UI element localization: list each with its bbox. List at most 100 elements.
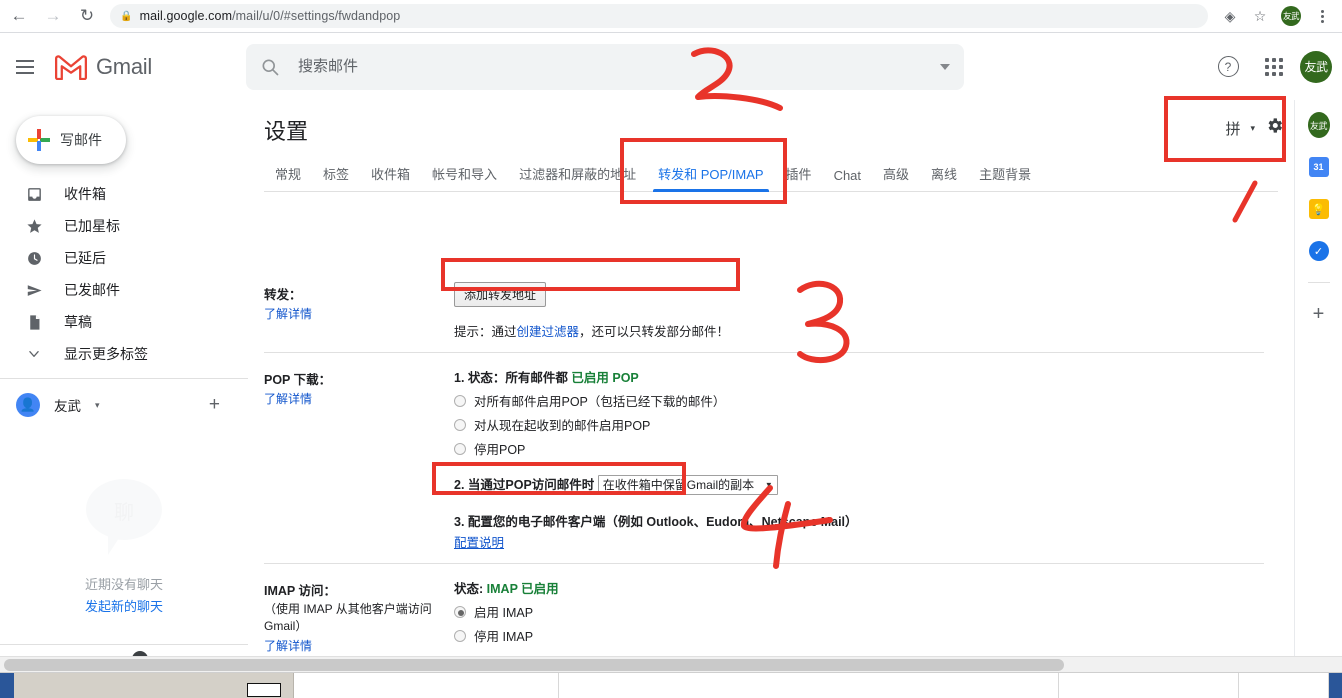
reload-icon[interactable]: ↻ <box>72 1 102 31</box>
inbox-icon <box>24 184 44 204</box>
chat-bubble-icon: 聊 <box>78 475 170 561</box>
tab-labels[interactable]: 标签 <box>312 164 360 191</box>
sidebar-item-starred[interactable]: 已加星标 <box>0 210 248 242</box>
pop-status-prefix: 1. 状态：所有邮件都 <box>454 371 568 385</box>
pop-option-disable[interactable]: 停用POP <box>454 439 1342 458</box>
pop-config-instructions-link[interactable]: 配置说明 <box>454 532 504 551</box>
settings-toolbar: 拼 ▾ <box>1225 116 1284 140</box>
chat-account-row[interactable]: 👤 友武 ▾ + <box>0 385 248 425</box>
sidebar-item-label: 已延后 <box>64 248 106 268</box>
extension-icon[interactable]: ◈ <box>1216 2 1244 30</box>
gmail-logo-icon <box>54 54 88 80</box>
radio-icon[interactable] <box>454 395 466 407</box>
browser-profile-avatar[interactable]: 友武 <box>1281 6 1301 26</box>
forwarding-learn-more-link[interactable]: 了解详情 <box>264 305 454 322</box>
sidebar-item-snoozed[interactable]: 已延后 <box>0 242 248 274</box>
tab-filters-blocked[interactable]: 过滤器和屏蔽的地址 <box>508 164 647 191</box>
hamburger-menu-icon[interactable] <box>8 60 54 74</box>
section-divider <box>264 352 1264 353</box>
sidebar-item-sent[interactable]: 已发邮件 <box>0 274 248 306</box>
taskbar-window-button[interactable] <box>14 673 294 698</box>
search-options-chevron-down-icon[interactable] <box>940 64 950 70</box>
taskbar-cell <box>559 673 1059 698</box>
sidebar-item-drafts[interactable]: 草稿 <box>0 306 248 338</box>
gmail-logo[interactable]: Gmail <box>54 54 234 80</box>
keep-icon[interactable]: 💡 <box>1308 198 1330 220</box>
taskbar-window-glyph <box>247 683 281 697</box>
tab-chat[interactable]: Chat <box>823 168 872 191</box>
sidebar-nav: 收件箱 已加星标 已延后 已发邮件 <box>0 178 248 370</box>
imap-learn-more-link[interactable]: 了解详情 <box>264 637 454 654</box>
draft-icon <box>24 312 44 332</box>
url-host: mail.google.com <box>140 9 233 23</box>
radio-icon[interactable] <box>454 630 466 642</box>
search-box[interactable] <box>246 44 964 90</box>
radio-icon[interactable] <box>454 419 466 431</box>
imap-option-enable[interactable]: 启用 IMAP <box>454 602 1342 621</box>
help-icon[interactable]: ? <box>1208 47 1248 87</box>
sidebar-item-more-labels[interactable]: 显示更多标签 <box>0 338 248 370</box>
hint-suffix: ，还可以只转发部分邮件！ <box>579 325 729 339</box>
tab-advanced[interactable]: 高级 <box>872 164 920 191</box>
sidebar-item-label: 已加星标 <box>64 216 120 236</box>
add-addon-button[interactable]: + <box>1313 303 1325 326</box>
back-arrow-icon[interactable]: ← <box>4 1 34 31</box>
section-pop-download: POP 下载： 了解详情 1. 状态：所有邮件都 已启用 POP 对所有邮件启用… <box>248 365 1342 551</box>
kebab-menu-icon[interactable] <box>1308 2 1336 30</box>
settings-tabs: 常规 标签 收件箱 帐号和导入 过滤器和屏蔽的地址 转发和 POP/IMAP 插… <box>264 160 1278 192</box>
imap-note: （使用 IMAP 从其他客户端访问 Gmail） <box>264 601 454 635</box>
radio-icon[interactable] <box>454 443 466 455</box>
right-sidebar: 友武 31 💡 ✓ + <box>1294 100 1342 672</box>
pop-option-all[interactable]: 对所有邮件启用POP（包括已经下载的邮件） <box>454 391 1342 410</box>
pop-step2-label: 2. 当通过POP访问邮件时 <box>454 478 594 492</box>
section-forwarding: 转发： 了解详情 添加转发地址 提示：通过创建过滤器，还可以只转发部分邮件！ <box>248 280 1342 340</box>
pop-option-from-now[interactable]: 对从现在起收到的邮件启用POP <box>454 415 1342 434</box>
pop-access-select[interactable]: 在收件箱中保留Gmail的副本 <box>598 475 778 495</box>
pop-option-label: 对从现在起收到的邮件启用POP <box>474 415 650 434</box>
settings-content: 转发： 了解详情 添加转发地址 提示：通过创建过滤器，还可以只转发部分邮件！ P… <box>248 280 1342 672</box>
tab-addons[interactable]: 插件 <box>775 164 823 191</box>
forwarding-label: 转发： <box>264 284 454 303</box>
search-input[interactable] <box>298 58 940 75</box>
apps-grid-icon[interactable] <box>1254 47 1294 87</box>
input-tool-chip[interactable]: 拼 <box>1225 118 1240 139</box>
hint-prefix: 提示：通过 <box>454 325 517 339</box>
chevron-down-icon[interactable]: ▾ <box>95 400 100 411</box>
sidebar-item-inbox[interactable]: 收件箱 <box>0 178 248 210</box>
create-filter-link[interactable]: 创建过滤器 <box>517 325 580 339</box>
tasks-icon[interactable]: ✓ <box>1308 240 1330 262</box>
tasks-check-glyph: ✓ <box>1309 241 1329 261</box>
clock-icon <box>24 248 44 268</box>
imap-option-disable[interactable]: 停用 IMAP <box>454 626 1342 645</box>
chevron-down-icon[interactable]: ▾ <box>1250 123 1255 134</box>
sidebar-item-label: 已发邮件 <box>64 280 120 300</box>
pop-learn-more-link[interactable]: 了解详情 <box>264 390 454 407</box>
radio-icon[interactable] <box>454 606 466 618</box>
compose-plus-icon <box>28 129 50 151</box>
chat-empty-link[interactable]: 发起新的聊天 <box>0 596 248 615</box>
pop-access-select-wrap[interactable]: 在收件箱中保留Gmail的副本 ▼ <box>598 475 778 495</box>
tab-themes[interactable]: 主题背景 <box>968 164 1042 191</box>
section-divider <box>264 563 1264 564</box>
tab-general[interactable]: 常规 <box>264 164 312 191</box>
tab-accounts-import[interactable]: 帐号和导入 <box>421 164 508 191</box>
forward-arrow-icon[interactable]: → <box>38 1 68 31</box>
account-avatar[interactable]: 友武 <box>1300 51 1332 83</box>
compose-button[interactable]: 写邮件 <box>16 116 126 164</box>
sidebar-item-label: 草稿 <box>64 312 92 332</box>
send-icon <box>24 280 44 300</box>
avatar[interactable]: 友武 <box>1308 114 1330 136</box>
star-icon[interactable]: ☆ <box>1246 2 1274 30</box>
tab-inbox[interactable]: 收件箱 <box>360 164 421 191</box>
scrollbar-thumb[interactable] <box>4 659 1064 671</box>
calendar-icon[interactable]: 31 <box>1308 156 1330 178</box>
tab-offline[interactable]: 离线 <box>920 164 968 191</box>
address-bar[interactable]: 🔒 mail.google.com/mail/u/0/#settings/fwd… <box>110 4 1208 28</box>
add-contact-button[interactable]: + <box>209 394 220 416</box>
search-icon <box>260 57 280 77</box>
page-horizontal-scrollbar[interactable] <box>0 656 1342 672</box>
gear-icon[interactable] <box>1265 116 1284 140</box>
pop-label: POP 下载： <box>264 369 454 388</box>
tab-forwarding-pop-imap[interactable]: 转发和 POP/IMAP <box>647 164 774 191</box>
add-forwarding-address-button[interactable]: 添加转发地址 <box>454 282 546 307</box>
